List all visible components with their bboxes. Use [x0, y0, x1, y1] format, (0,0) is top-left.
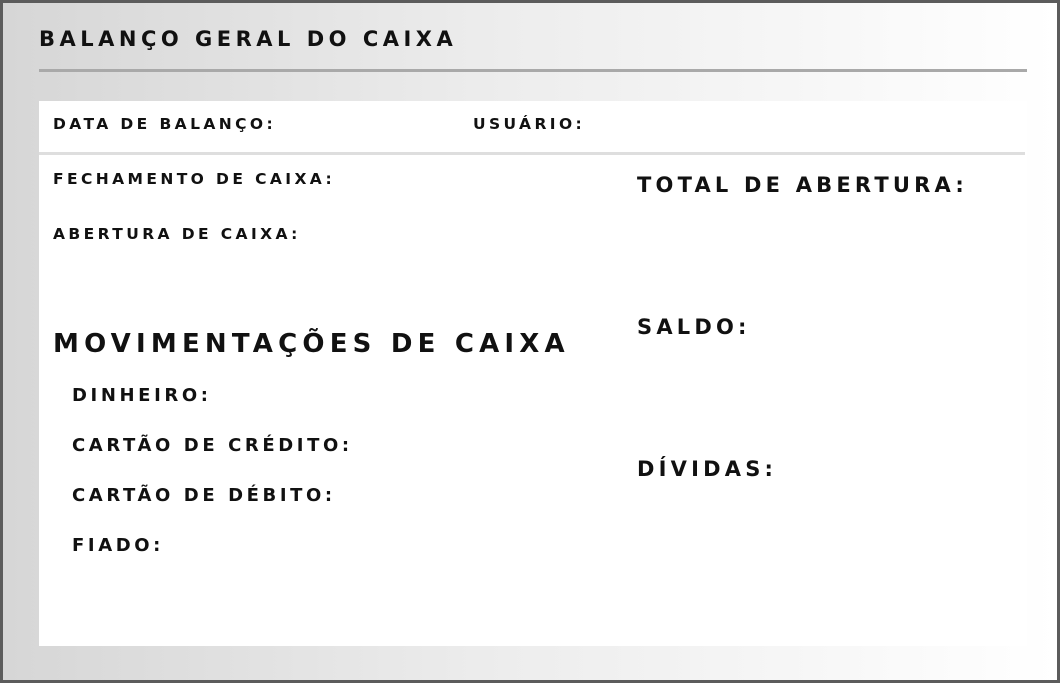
movements-title: MOVIMENTAÇÕES DE CAIXA: [53, 329, 570, 359]
cash-label: DINHEIRO:: [72, 385, 212, 406]
balance-label: SALDO:: [637, 315, 751, 339]
window-title: BALANÇO GERAL DO CAIXA: [39, 27, 458, 51]
title-divider: [39, 69, 1027, 72]
user-label: USUÁRIO:: [473, 115, 586, 133]
opening-label: ABERTURA DE CAIXA:: [53, 225, 301, 243]
credit-card-label: CARTÃO DE CRÉDITO:: [72, 435, 353, 456]
credit-sale-label: FIADO:: [72, 535, 164, 556]
debts-label: DÍVIDAS:: [637, 457, 778, 481]
total-opening-label: TOTAL DE ABERTURA:: [637, 173, 968, 197]
balance-date-label: DATA DE BALANÇO:: [53, 115, 277, 133]
debit-card-label: CARTÃO DE DÉBITO:: [72, 485, 336, 506]
closing-label: FECHAMENTO DE CAIXA:: [53, 170, 336, 188]
header-divider: [39, 152, 1025, 155]
balance-window: BALANÇO GERAL DO CAIXA DATA DE BALANÇO: …: [0, 0, 1060, 683]
balance-panel: DATA DE BALANÇO: USUÁRIO: FECHAMENTO DE …: [39, 101, 1027, 646]
